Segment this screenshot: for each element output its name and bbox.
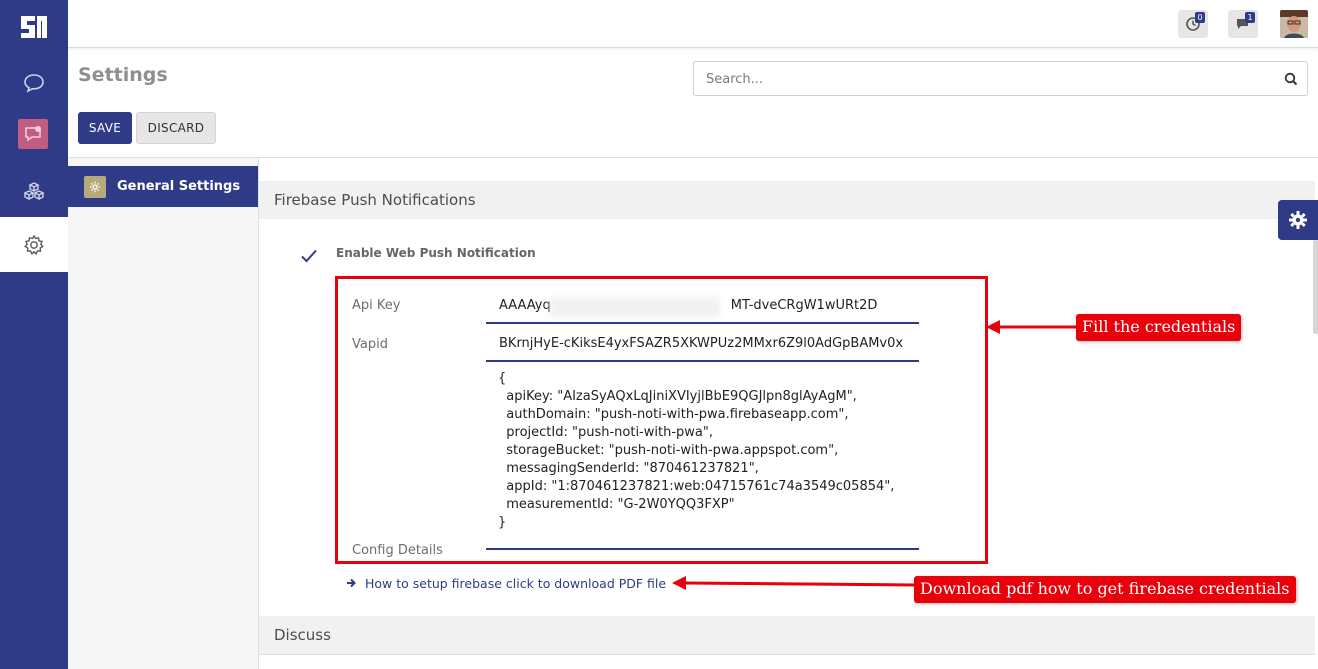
section-title: Discuss [274,626,331,644]
floating-settings-button[interactable] [1278,200,1318,240]
annotation-download-pdf: Download pdf how to get firebase credent… [914,576,1296,603]
gear-icon [1289,211,1307,229]
scrollbar[interactable] [1313,240,1318,334]
section-header-discuss: Discuss [259,616,1315,654]
divider [259,654,1315,655]
annotation-fill-credentials: Fill the credentials [1076,314,1242,341]
